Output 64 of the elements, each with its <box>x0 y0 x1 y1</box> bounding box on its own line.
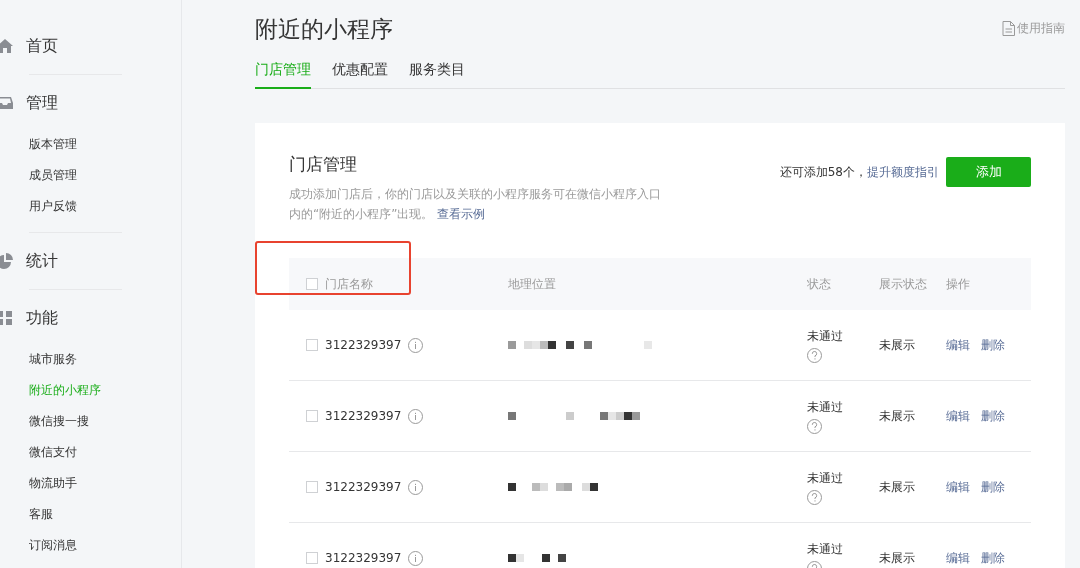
sidebar-item[interactable]: 微信支付 <box>29 437 77 468</box>
help-icon[interactable] <box>807 418 822 434</box>
column-header: 展示状态 <box>879 276 927 291</box>
store-name: 3122329397 <box>325 338 402 352</box>
inbox-icon <box>0 95 13 111</box>
help-icon[interactable] <box>807 489 822 505</box>
grid-icon <box>0 310 13 326</box>
row-checkbox[interactable] <box>306 339 318 351</box>
select-all-checkbox[interactable] <box>306 278 318 290</box>
store-name: 3122329397 <box>325 551 402 565</box>
home-icon <box>0 38 13 54</box>
document-icon <box>1002 21 1015 36</box>
row-checkbox[interactable] <box>306 552 318 564</box>
info-icon[interactable] <box>408 479 424 495</box>
row-checkbox[interactable] <box>306 481 318 493</box>
pixelated-address-drawing <box>508 554 566 562</box>
action-link[interactable]: 编辑 <box>946 549 970 567</box>
display-status-text: 未展示 <box>879 337 915 352</box>
sidebar-item[interactable]: 版本管理 <box>29 129 77 160</box>
action-link[interactable]: 删除 <box>981 478 1005 496</box>
column-header: 操作 <box>946 276 970 291</box>
sidebar-item[interactable]: 订阅消息 <box>29 530 77 561</box>
column-header: 状态 <box>807 276 831 291</box>
help-icon[interactable] <box>807 347 822 363</box>
description-text: 成功添加门店后，你的门店以及关联的小程序服务可在微信小程序入口内的“附近的小程序”出现。 查看示例 <box>289 186 662 223</box>
quota-text: 还可添加58个， <box>779 163 867 181</box>
sidebar-section-title[interactable]: 管理 <box>26 92 58 114</box>
status-text: 未通过 <box>807 469 843 487</box>
sidebar-item[interactable]: 用户反馈 <box>29 191 77 222</box>
store-name: 3122329397 <box>325 409 402 423</box>
pie-chart-icon <box>0 253 13 269</box>
status-text: 未通过 <box>807 327 843 345</box>
status-text: 未通过 <box>807 540 843 558</box>
sidebar-item[interactable]: 城市服务 <box>29 344 77 375</box>
column-header: 门店名称 <box>325 275 373 293</box>
row-checkbox[interactable] <box>306 410 318 422</box>
info-icon[interactable] <box>408 337 424 353</box>
tab[interactable]: 优惠配置 <box>332 61 388 89</box>
action-link[interactable]: 编辑 <box>946 407 970 425</box>
store-name: 3122329397 <box>325 480 402 494</box>
display-status-text: 未展示 <box>879 550 915 565</box>
sidebar-item[interactable]: 物流助手 <box>29 468 77 499</box>
sidebar-section-title[interactable]: 统计 <box>26 250 58 272</box>
info-icon[interactable] <box>408 550 424 566</box>
sidebar-item[interactable]: 客服 <box>29 499 53 530</box>
status-text: 未通过 <box>807 398 843 416</box>
example-link[interactable]: 查看示例 <box>437 207 486 221</box>
sidebar-section-title[interactable]: 首页 <box>26 35 58 57</box>
action-link[interactable]: 编辑 <box>946 336 970 354</box>
action-link[interactable]: 删除 <box>981 407 1005 425</box>
display-status-text: 未展示 <box>879 408 915 423</box>
sidebar-section-title[interactable]: 功能 <box>26 307 58 329</box>
page-title: 附近的小程序 <box>255 15 393 44</box>
action-link[interactable]: 删除 <box>981 336 1005 354</box>
action-link[interactable]: 删除 <box>981 549 1005 567</box>
info-icon[interactable] <box>408 408 424 424</box>
sidebar-item[interactable]: 成员管理 <box>29 160 77 191</box>
action-link[interactable]: 编辑 <box>946 478 970 496</box>
sidebar-item[interactable]: 微信搜一搜 <box>29 406 89 437</box>
card-title: 门店管理 <box>289 153 358 176</box>
tab[interactable]: 服务类目 <box>409 61 465 89</box>
quota-link[interactable]: 提升额度指引 <box>867 163 939 181</box>
column-header: 地理位置 <box>508 276 556 291</box>
display-status-text: 未展示 <box>879 479 915 494</box>
